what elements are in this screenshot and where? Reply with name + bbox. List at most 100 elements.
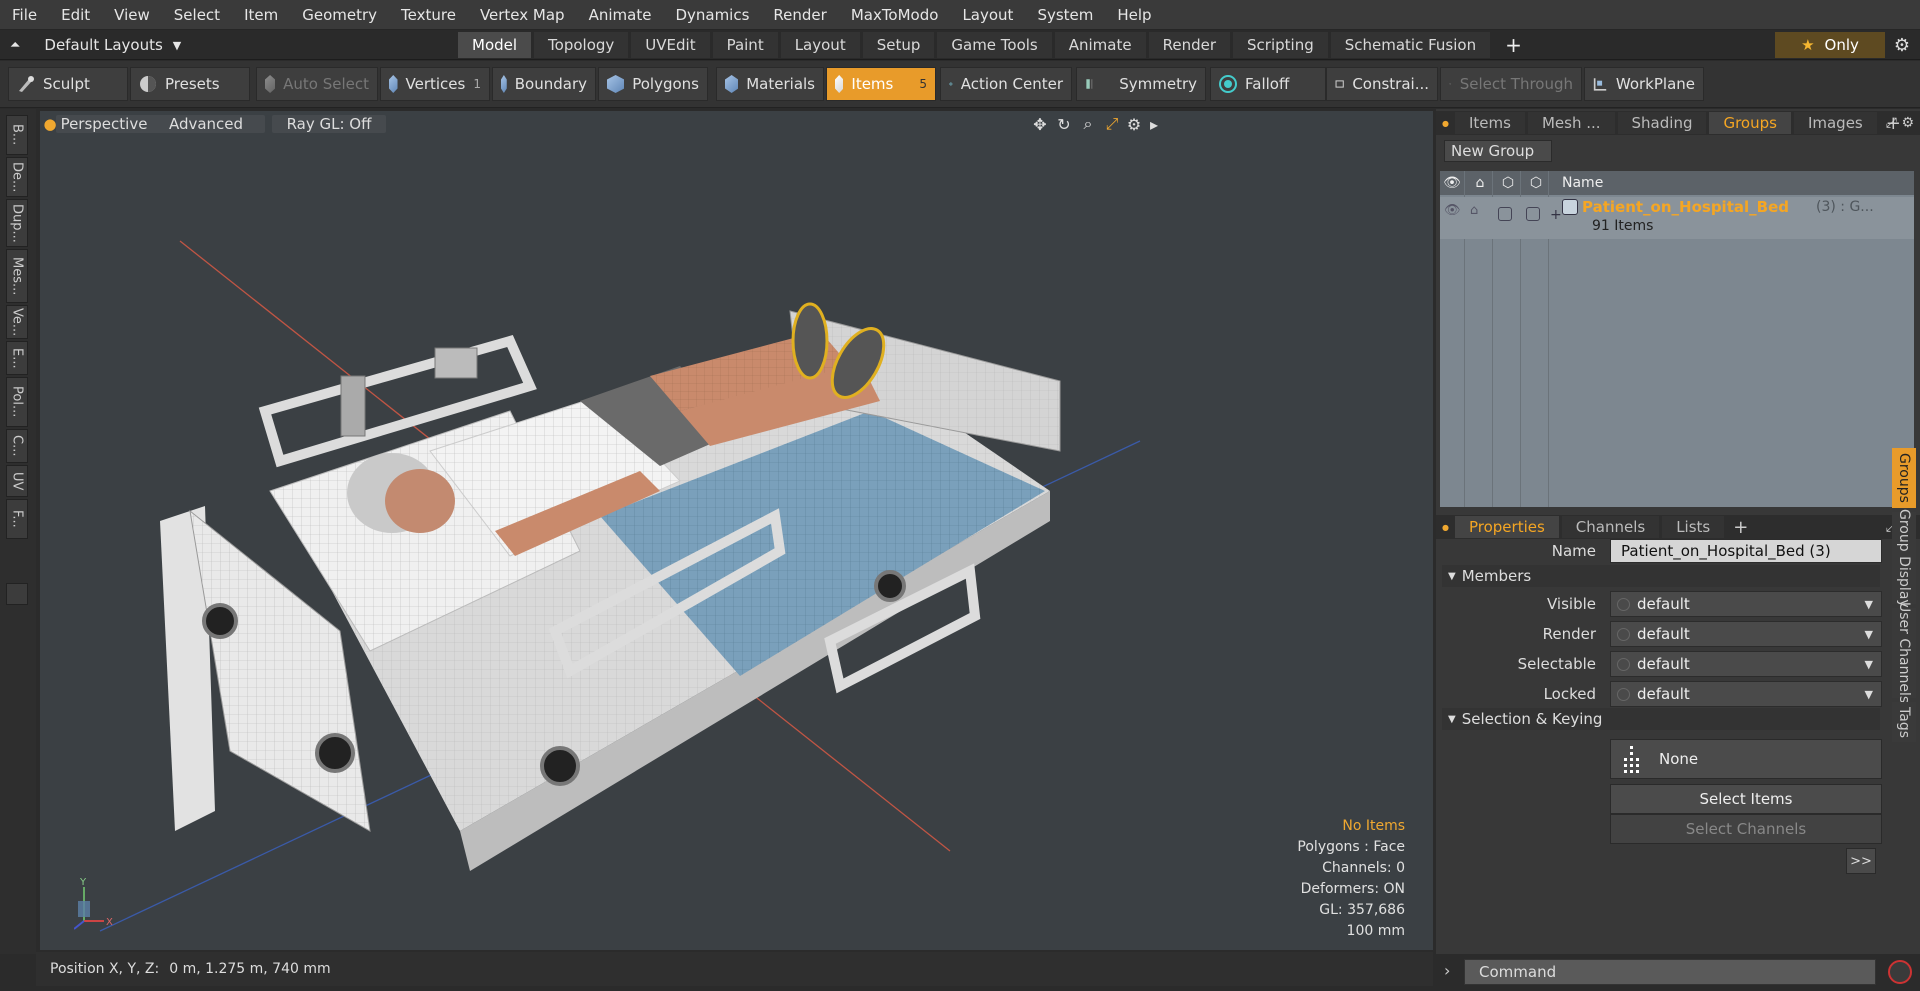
- command-input[interactable]: Command: [1464, 959, 1876, 985]
- menu-item[interactable]: File: [0, 6, 49, 24]
- select-through-button[interactable]: Select Through: [1440, 67, 1582, 101]
- viewport-gear-icon[interactable]: ⚙: [1124, 114, 1144, 134]
- left-tab[interactable]: Dup...: [6, 199, 28, 247]
- select-items-button[interactable]: Select Items: [1610, 784, 1882, 814]
- menu-item[interactable]: Geometry: [290, 6, 389, 24]
- left-tab[interactable]: De...: [6, 157, 28, 197]
- menu-item[interactable]: MaxToModo: [839, 6, 951, 24]
- left-tab[interactable]: UV: [6, 465, 28, 497]
- side-tab-groups[interactable]: Groups: [1892, 448, 1916, 508]
- vertices-button[interactable]: Vertices 1: [380, 67, 490, 101]
- collapse-up-icon[interactable]: ⏶: [10, 38, 20, 53]
- raygl-button[interactable]: Ray GL: Off: [272, 115, 386, 133]
- menu-item[interactable]: Render: [761, 6, 838, 24]
- tab-mesh[interactable]: Mesh ...: [1527, 112, 1615, 134]
- group-row[interactable]: 👁 ⌂ + Patient_on_Hospital_Bed (3) : G...…: [1440, 197, 1914, 239]
- expand-right-icon[interactable]: ▸: [1144, 114, 1164, 134]
- add-tab-icon[interactable]: +: [1493, 32, 1534, 58]
- tab-images[interactable]: Images: [1793, 112, 1877, 134]
- select-cube-icon[interactable]: ⬡: [1524, 175, 1548, 191]
- side-tab-group-display[interactable]: Group Display: [1892, 509, 1916, 607]
- menu-item[interactable]: Edit: [49, 6, 102, 24]
- row-lock-checkbox[interactable]: [1498, 207, 1512, 221]
- zoom-view-icon[interactable]: ⌕: [1078, 114, 1098, 134]
- visibility-eye-icon[interactable]: 👁: [1440, 175, 1464, 191]
- menu-item[interactable]: Texture: [389, 6, 468, 24]
- left-tab[interactable]: B...: [6, 115, 28, 155]
- lock-cube-icon[interactable]: ⬡: [1496, 175, 1520, 191]
- symmetry-button[interactable]: Symmetry: [1076, 67, 1206, 101]
- rotate-view-icon[interactable]: ↻: [1054, 114, 1074, 134]
- menu-item[interactable]: System: [1025, 6, 1105, 24]
- tab-topology[interactable]: Topology: [534, 32, 629, 58]
- materials-button[interactable]: Materials: [716, 67, 824, 101]
- polygons-button[interactable]: Polygons: [598, 67, 708, 101]
- name-field[interactable]: Patient_on_Hospital_Bed (3): [1610, 539, 1882, 563]
- more-button[interactable]: >>: [1846, 848, 1876, 874]
- menu-item[interactable]: Animate: [577, 6, 664, 24]
- tab-schematic-fusion[interactable]: Schematic Fusion: [1330, 32, 1491, 58]
- left-tab[interactable]: Ve...: [6, 305, 28, 339]
- tab-scripting[interactable]: Scripting: [1233, 32, 1328, 58]
- select-channels-button[interactable]: Select Channels: [1610, 814, 1882, 844]
- constraints-button[interactable]: Constrai...: [1326, 67, 1438, 101]
- maximize-view-icon[interactable]: ⤢: [1102, 114, 1122, 134]
- tab-uvedit[interactable]: UVEdit: [631, 32, 710, 58]
- view-mode-button[interactable]: Perspective: [56, 115, 152, 133]
- menu-item[interactable]: View: [102, 6, 162, 24]
- viewport-options-icon[interactable]: ●: [43, 115, 56, 133]
- sculpt-button[interactable]: Sculpt: [8, 67, 128, 101]
- record-icon[interactable]: [1888, 960, 1912, 984]
- keying-section-header[interactable]: ▼ Selection & Keying: [1442, 708, 1880, 730]
- menu-item[interactable]: Dynamics: [663, 6, 761, 24]
- pan-move-icon[interactable]: ✥: [1030, 114, 1050, 134]
- side-tab-user-channels[interactable]: User Channels: [1892, 602, 1916, 704]
- tab-items[interactable]: Items: [1454, 112, 1525, 134]
- gear-icon[interactable]: ⚙: [1888, 33, 1916, 57]
- row-visibility-icon[interactable]: 👁: [1444, 203, 1461, 218]
- keying-none-button[interactable]: None: [1610, 739, 1882, 779]
- selectable-dropdown[interactable]: default ▼: [1610, 651, 1882, 677]
- side-tab-tags[interactable]: Tags: [1892, 702, 1916, 742]
- left-tab-square[interactable]: [6, 583, 28, 605]
- left-tab[interactable]: Mes...: [6, 249, 28, 303]
- layouts-dropdown[interactable]: ⏶ Default Layouts ▼: [10, 33, 181, 57]
- menu-item[interactable]: Vertex Map: [468, 6, 577, 24]
- menu-item[interactable]: Help: [1105, 6, 1163, 24]
- left-tab[interactable]: F...: [6, 499, 28, 539]
- visible-dropdown[interactable]: default ▼: [1610, 591, 1882, 617]
- shading-mode-button[interactable]: Advanced: [147, 115, 265, 133]
- tab-game-tools[interactable]: Game Tools: [937, 32, 1052, 58]
- render-icon[interactable]: ⌂: [1468, 175, 1492, 191]
- tab-setup[interactable]: Setup: [862, 32, 935, 58]
- tab-layout[interactable]: Layout: [780, 32, 860, 58]
- 3d-viewport[interactable]: ● Perspective Advanced Ray GL: Off ✥ ↻ ⌕…: [40, 111, 1433, 950]
- action-center-button[interactable]: Action Center: [940, 67, 1072, 101]
- menu-item[interactable]: Item: [232, 6, 290, 24]
- render-dropdown[interactable]: default ▼: [1610, 621, 1882, 647]
- menu-item[interactable]: Select: [162, 6, 232, 24]
- panel-maximize-gear-icon[interactable]: ⤢ ⚙: [1886, 115, 1914, 131]
- expand-plus-icon[interactable]: +: [1550, 207, 1562, 223]
- falloff-button[interactable]: Falloff: [1210, 67, 1326, 101]
- menu-item[interactable]: Layout: [950, 6, 1025, 24]
- left-tab[interactable]: C...: [6, 429, 28, 463]
- items-button[interactable]: Items 5: [826, 67, 936, 101]
- row-select-checkbox[interactable]: [1526, 207, 1540, 221]
- boundary-button[interactable]: Boundary: [492, 67, 596, 101]
- members-section-header[interactable]: ▼ Members: [1442, 565, 1880, 587]
- left-tab[interactable]: E...: [6, 341, 28, 375]
- panel-options-icon[interactable]: ●: [1442, 119, 1449, 128]
- workplane-button[interactable]: WorkPlane: [1584, 67, 1704, 101]
- tab-model[interactable]: Model: [458, 32, 532, 58]
- row-render-icon[interactable]: ⌂: [1470, 203, 1478, 218]
- tab-animate[interactable]: Animate: [1054, 32, 1146, 58]
- left-tab[interactable]: Pol...: [6, 377, 28, 427]
- tab-paint[interactable]: Paint: [712, 32, 778, 58]
- tab-render[interactable]: Render: [1148, 32, 1231, 58]
- locked-dropdown[interactable]: default ▼: [1610, 681, 1882, 707]
- presets-button[interactable]: Presets: [130, 67, 250, 101]
- only-button[interactable]: ★ Only: [1775, 32, 1885, 58]
- tab-groups[interactable]: Groups: [1709, 112, 1791, 134]
- tab-shading[interactable]: Shading: [1617, 112, 1707, 134]
